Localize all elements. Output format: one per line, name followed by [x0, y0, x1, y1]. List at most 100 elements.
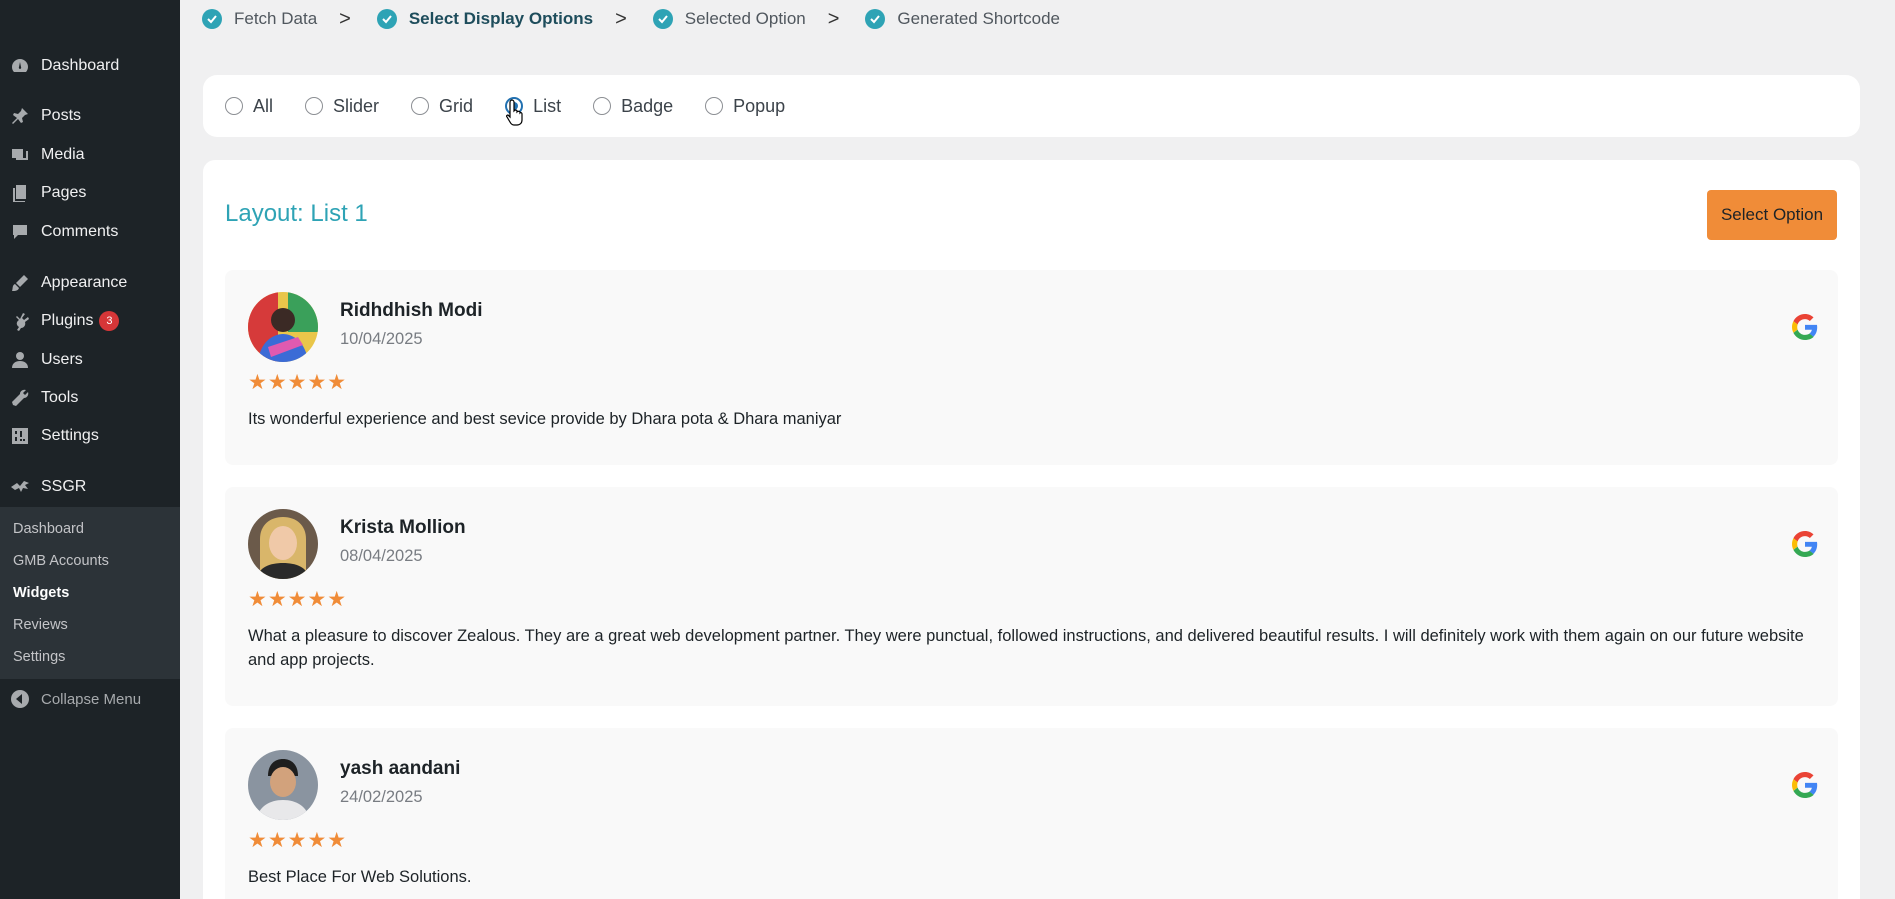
sidebar-item-appearance[interactable]: Appearance	[0, 265, 180, 301]
sidebar-item-label: Users	[41, 351, 83, 368]
reviewer-name: yash aandani	[340, 758, 461, 779]
option-grid[interactable]: Grid	[411, 96, 473, 117]
radio-button[interactable]	[411, 97, 430, 115]
layout-panel: Layout: List 1 Select Option Ridhdhish M…	[203, 160, 1860, 899]
sidebar-item-label: Settings	[41, 427, 99, 444]
step-fetch-data[interactable]: Fetch Data	[202, 9, 317, 29]
review-card: Krista Mollion 08/04/2025 ★★★★★ What a p…	[225, 487, 1838, 706]
select-option-button[interactable]: Select Option	[1707, 190, 1837, 240]
chevron-right-icon: >	[339, 7, 351, 30]
check-circle-icon	[376, 9, 397, 29]
reviewer-name: Krista Mollion	[340, 517, 466, 538]
review-card: Ridhdhish Modi 10/04/2025 ★★★★★ Its wond…	[225, 270, 1838, 465]
layout-title: Layout: List 1	[225, 200, 368, 227]
sidebar-item-ssgr[interactable]: SSGR	[0, 469, 180, 505]
review-text: Its wonderful experience and best sevice…	[248, 410, 842, 428]
option-slider[interactable]: Slider	[305, 96, 379, 117]
sidebar-item-label: Pages	[41, 184, 87, 201]
google-icon	[1792, 772, 1818, 798]
check-circle-icon	[202, 9, 222, 29]
avatar	[248, 509, 318, 579]
google-icon	[1792, 531, 1818, 557]
sidebar-item-label: Comments	[41, 223, 119, 240]
sidebar-item-settings[interactable]: Settings	[0, 418, 180, 454]
option-label: List	[533, 95, 562, 116]
option-label: Slider	[333, 95, 380, 116]
radio-button[interactable]	[593, 97, 612, 115]
star-rating: ★★★★★	[248, 829, 348, 852]
review-text: What a pleasure to discover Zealous. The…	[248, 627, 1804, 669]
chevron-right-icon: >	[827, 7, 840, 30]
radio-button-selected[interactable]	[505, 97, 524, 115]
plugin-icon	[9, 310, 31, 332]
step-label: Select Display Options	[408, 9, 594, 28]
sidebar-item-label: Plugins	[41, 312, 94, 329]
review-text: Best Place For Web Solutions.	[248, 868, 472, 886]
sidebar-item-comments[interactable]: Comments	[0, 214, 180, 250]
review-date: 10/04/2025	[340, 330, 423, 348]
ssgr-submenu: Dashboard GMB Accounts Widgets Reviews S…	[0, 507, 180, 679]
radio-button[interactable]	[705, 97, 724, 115]
step-label: Selected Option	[684, 9, 806, 28]
step-select-display-options[interactable]: Select Display Options	[376, 9, 594, 29]
sidebar-item-plugins[interactable]: Plugins 3	[0, 303, 180, 339]
comments-icon	[9, 221, 31, 243]
admin-sidebar: Dashboard Posts Media Pages Comments App…	[0, 0, 180, 899]
sidebar-item-label: SSGR	[41, 478, 87, 495]
sidebar-item-label: Tools	[41, 389, 79, 406]
sidebar-item-posts[interactable]: Posts	[0, 98, 180, 134]
media-icon	[9, 144, 31, 166]
star-rating: ★★★★★	[248, 588, 348, 611]
sidebar-item-pages[interactable]: Pages	[0, 175, 180, 211]
submenu-item-dashboard[interactable]: Dashboard	[13, 521, 84, 537]
review-card: yash aandani 24/02/2025 ★★★★★ Best Place…	[225, 728, 1838, 899]
users-icon	[9, 349, 31, 371]
display-options-bar: All Slider Grid List Badge Popup	[203, 75, 1860, 137]
plugins-update-badge: 3	[99, 311, 120, 331]
wrench-icon	[9, 387, 31, 409]
step-label: Generated Shortcode	[897, 9, 1060, 28]
radio-button[interactable]	[305, 97, 324, 115]
sidebar-item-tools[interactable]: Tools	[0, 380, 180, 416]
submenu-item-settings[interactable]: Settings	[13, 649, 65, 665]
option-label: Grid	[439, 95, 474, 116]
option-label: All	[253, 95, 274, 116]
sidebar-item-label: Dashboard	[41, 57, 120, 74]
sidebar-item-label: Appearance	[41, 274, 128, 291]
collapse-menu-label: Collapse Menu	[41, 690, 142, 708]
brush-icon	[9, 272, 31, 294]
step-label: Fetch Data	[234, 9, 318, 28]
radio-button[interactable]	[225, 97, 243, 115]
option-popup[interactable]: Popup	[705, 96, 785, 117]
sidebar-item-dashboard[interactable]: Dashboard	[0, 48, 180, 84]
google-icon	[1792, 314, 1818, 340]
review-date: 24/02/2025	[340, 788, 423, 806]
sidebar-item-users[interactable]: Users	[0, 342, 180, 378]
dashboard-icon	[9, 55, 31, 77]
check-circle-icon	[865, 9, 886, 29]
option-all[interactable]: All	[225, 96, 273, 117]
avatar	[248, 750, 318, 820]
pages-icon	[9, 182, 31, 204]
collapse-arrow-icon	[9, 688, 31, 710]
submenu-item-reviews[interactable]: Reviews	[13, 617, 68, 633]
option-badge[interactable]: Badge	[593, 96, 673, 117]
option-list[interactable]: List	[505, 96, 561, 117]
ssgr-icon	[9, 476, 31, 498]
review-date: 08/04/2025	[340, 547, 423, 565]
star-rating: ★★★★★	[248, 371, 348, 394]
chevron-right-icon: >	[615, 7, 627, 30]
check-circle-icon	[652, 9, 673, 29]
option-label: Badge	[621, 95, 674, 116]
sidebar-item-media[interactable]: Media	[0, 137, 180, 173]
avatar	[248, 292, 318, 362]
option-label: Popup	[733, 95, 786, 116]
step-selected-option[interactable]: Selected Option	[652, 9, 806, 29]
submenu-item-widgets[interactable]: Widgets	[13, 585, 69, 601]
step-generated-shortcode[interactable]: Generated Shortcode	[865, 9, 1060, 29]
collapse-menu-button[interactable]: Collapse Menu	[0, 684, 180, 714]
reviewer-name: Ridhdhish Modi	[340, 300, 483, 321]
submenu-item-gmb-accounts[interactable]: GMB Accounts	[13, 553, 109, 569]
sidebar-item-label: Media	[41, 146, 85, 163]
sidebar-item-label: Posts	[41, 107, 82, 124]
